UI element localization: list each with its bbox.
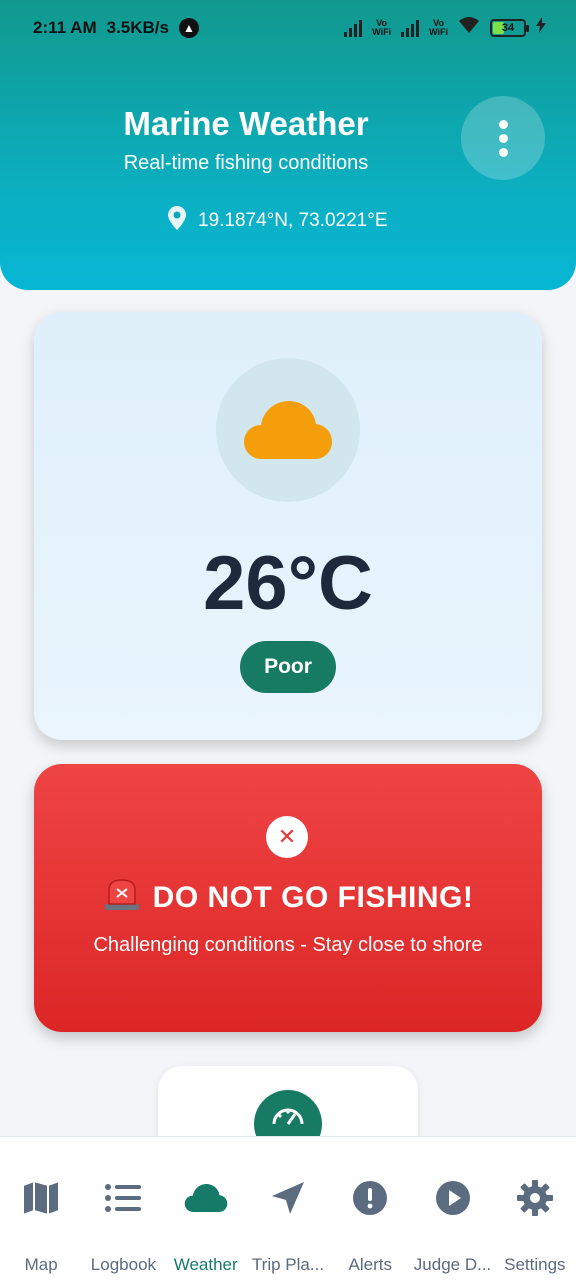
speedometer-icon — [272, 1108, 304, 1125]
nav-label-trip-planner: Trip Pla... — [251, 1255, 325, 1274]
status-bar: 2:11 AM 3.5KB/s ▲ Vo WiFi Vo WiFi 34 — [0, 0, 576, 56]
fishing-alert-card: ✕ DO NOT GO FISHING! Challenging conditi… — [34, 764, 542, 1032]
condition-badge: Poor — [240, 641, 336, 693]
signal-icon — [401, 19, 420, 37]
play-icon — [435, 1181, 470, 1215]
cloud-icon — [244, 401, 332, 459]
vowifi-icon: Vo WiFi — [429, 17, 448, 37]
alert-title: DO NOT GO FISHING! — [34, 878, 542, 918]
alert-title-text: DO NOT GO FISHING! — [152, 881, 474, 914]
nav-label-logbook: Logbook — [90, 1255, 157, 1274]
nav-item-map[interactable]: Map — [0, 1137, 82, 1280]
status-net-speed: 3.5KB/s — [106, 18, 169, 37]
alert-message: Challenging conditions - Stay close to s… — [93, 934, 483, 956]
page-subtitle: Real-time fishing conditions — [123, 152, 369, 174]
location-pin-icon — [168, 206, 186, 236]
close-circle-icon: ✕ — [266, 816, 308, 858]
status-time: 2:11 AM — [33, 18, 97, 37]
charging-icon — [536, 17, 546, 38]
alert-icon — [353, 1181, 388, 1215]
app-notification-icon: ▲ — [179, 18, 199, 38]
nav-label-settings: Settings — [504, 1255, 566, 1274]
page-title: Marine Weather — [123, 105, 369, 142]
wifi-icon — [458, 16, 480, 39]
temperature-value: 26°C — [203, 541, 373, 626]
nav-item-trip-planner[interactable]: Trip Pla... — [247, 1137, 329, 1280]
header: 2:11 AM 3.5KB/s ▲ Vo WiFi Vo WiFi 34 Marin… — [0, 0, 576, 290]
nav-label-map: Map — [24, 1255, 58, 1274]
siren-icon — [103, 878, 141, 918]
nav-item-settings[interactable]: Settings — [494, 1137, 576, 1280]
cloud-icon — [184, 1183, 227, 1213]
more-options-button[interactable] — [461, 96, 545, 180]
weather-card: 26°C Poor — [34, 312, 542, 740]
signal-icon — [344, 19, 363, 37]
battery-level: 34 — [501, 21, 515, 34]
more-vert-icon — [498, 119, 508, 129]
nav-item-weather[interactable]: Weather — [165, 1137, 247, 1280]
map-icon — [22, 1180, 61, 1216]
list-icon — [105, 1184, 142, 1212]
coordinates-text: 19.1874°N, 73.0221°E — [198, 210, 388, 231]
nav-item-logbook[interactable]: Logbook — [82, 1137, 164, 1280]
battery-icon: 34 — [490, 18, 529, 37]
navigation-icon — [271, 1182, 304, 1214]
nav-label-alerts: Alerts — [348, 1255, 392, 1274]
location-display: 19.1874°N, 73.0221°E — [168, 206, 388, 236]
weather-icon-container — [216, 358, 360, 502]
nav-item-alerts[interactable]: Alerts — [329, 1137, 411, 1280]
nav-label-weather: Weather — [173, 1255, 238, 1274]
gear-icon — [516, 1180, 553, 1216]
nav-label-judge: Judge D... — [413, 1255, 492, 1274]
nav-item-judge[interactable]: Judge D... — [411, 1137, 493, 1280]
vowifi-icon: Vo WiFi — [372, 17, 392, 37]
bottom-navigation: Map Logbook Weather Trip Pla... Alerts J… — [0, 1136, 576, 1280]
